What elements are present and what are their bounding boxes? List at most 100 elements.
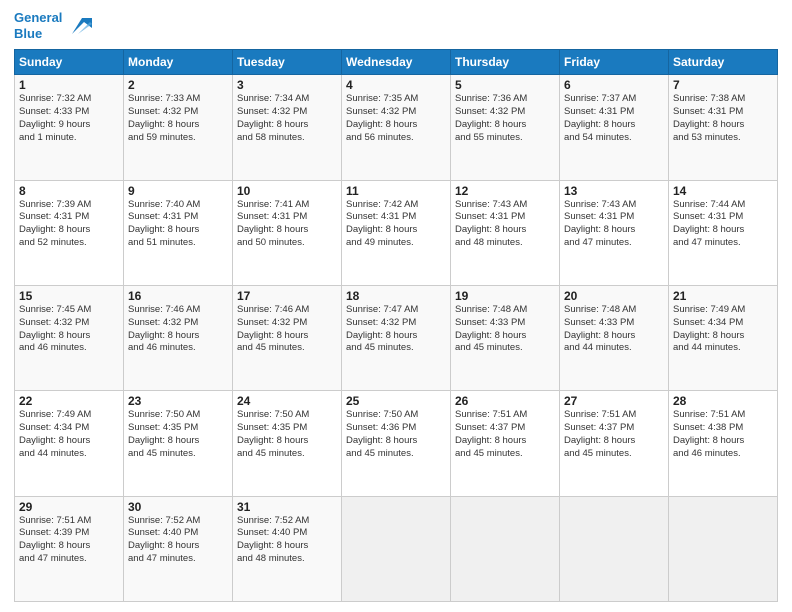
- day-info: Daylight: 8 hours: [455, 330, 555, 343]
- logo-general: General: [14, 10, 62, 25]
- day-cell: 24Sunrise: 7:50 AMSunset: 4:35 PMDayligh…: [233, 391, 342, 496]
- day-info: and 47 minutes.: [673, 237, 773, 250]
- day-info: Daylight: 8 hours: [673, 119, 773, 132]
- day-info: Sunset: 4:32 PM: [455, 106, 555, 119]
- day-info: Sunset: 4:32 PM: [237, 106, 337, 119]
- day-cell: 4Sunrise: 7:35 AMSunset: 4:32 PMDaylight…: [342, 75, 451, 180]
- day-number: 1: [19, 78, 119, 92]
- day-info: Daylight: 8 hours: [673, 435, 773, 448]
- day-info: Sunrise: 7:49 AM: [19, 409, 119, 422]
- day-info: Sunrise: 7:52 AM: [128, 515, 228, 528]
- day-info: Sunset: 4:32 PM: [346, 317, 446, 330]
- day-info: and 46 minutes.: [19, 342, 119, 355]
- day-info: Sunset: 4:31 PM: [673, 106, 773, 119]
- col-header-saturday: Saturday: [669, 50, 778, 75]
- day-info: and 47 minutes.: [564, 237, 664, 250]
- day-info: and 45 minutes.: [128, 448, 228, 461]
- day-info: Sunrise: 7:47 AM: [346, 304, 446, 317]
- day-info: Daylight: 8 hours: [128, 119, 228, 132]
- day-number: 31: [237, 500, 337, 514]
- day-number: 10: [237, 184, 337, 198]
- day-number: 27: [564, 394, 664, 408]
- day-info: Daylight: 8 hours: [346, 119, 446, 132]
- col-header-friday: Friday: [560, 50, 669, 75]
- day-info: and 47 minutes.: [19, 553, 119, 566]
- day-cell: 6Sunrise: 7:37 AMSunset: 4:31 PMDaylight…: [560, 75, 669, 180]
- day-info: Sunset: 4:31 PM: [128, 211, 228, 224]
- day-info: Sunset: 4:40 PM: [237, 527, 337, 540]
- day-number: 8: [19, 184, 119, 198]
- day-info: Sunset: 4:35 PM: [237, 422, 337, 435]
- day-cell: 19Sunrise: 7:48 AMSunset: 4:33 PMDayligh…: [451, 285, 560, 390]
- day-info: Sunset: 4:39 PM: [19, 527, 119, 540]
- day-info: Sunrise: 7:33 AM: [128, 93, 228, 106]
- day-number: 21: [673, 289, 773, 303]
- day-info: Sunrise: 7:45 AM: [19, 304, 119, 317]
- day-info: Sunrise: 7:43 AM: [564, 199, 664, 212]
- day-cell: 17Sunrise: 7:46 AMSunset: 4:32 PMDayligh…: [233, 285, 342, 390]
- day-info: and 44 minutes.: [673, 342, 773, 355]
- day-info: Sunrise: 7:51 AM: [455, 409, 555, 422]
- day-info: and 48 minutes.: [237, 553, 337, 566]
- day-info: Sunset: 4:33 PM: [19, 106, 119, 119]
- day-number: 25: [346, 394, 446, 408]
- day-info: and 48 minutes.: [455, 237, 555, 250]
- day-info: Sunrise: 7:50 AM: [346, 409, 446, 422]
- day-info: Sunrise: 7:48 AM: [455, 304, 555, 317]
- day-info: Daylight: 8 hours: [564, 330, 664, 343]
- day-info: Sunrise: 7:35 AM: [346, 93, 446, 106]
- day-info: and 45 minutes.: [237, 448, 337, 461]
- day-info: Sunrise: 7:50 AM: [128, 409, 228, 422]
- day-number: 29: [19, 500, 119, 514]
- day-info: Daylight: 8 hours: [455, 119, 555, 132]
- day-info: Sunrise: 7:51 AM: [19, 515, 119, 528]
- header: General Blue: [14, 10, 778, 41]
- page: General Blue SundayMondayTuesdayWednesda…: [0, 0, 792, 612]
- day-info: and 53 minutes.: [673, 132, 773, 145]
- day-info: Daylight: 8 hours: [237, 119, 337, 132]
- day-number: 5: [455, 78, 555, 92]
- day-info: Sunrise: 7:32 AM: [19, 93, 119, 106]
- day-number: 3: [237, 78, 337, 92]
- day-info: Daylight: 8 hours: [19, 224, 119, 237]
- day-info: Sunset: 4:34 PM: [673, 317, 773, 330]
- day-info: Sunset: 4:31 PM: [237, 211, 337, 224]
- day-info: and 46 minutes.: [128, 342, 228, 355]
- week-row-3: 15Sunrise: 7:45 AM Sunset: 4:32 PM Dayligh…: [15, 285, 778, 390]
- day-info: Daylight: 8 hours: [237, 540, 337, 553]
- day-info: Sunset: 4:32 PM: [237, 317, 337, 330]
- day-cell: 29Sunrise: 7:51 AMSunset: 4:39 PMDayligh…: [15, 496, 124, 601]
- day-cell: 28Sunrise: 7:51 AMSunset: 4:38 PMDayligh…: [669, 391, 778, 496]
- day-cell: 14Sunrise: 7:44 AMSunset: 4:31 PMDayligh…: [669, 180, 778, 285]
- day-info: Sunset: 4:32 PM: [128, 106, 228, 119]
- day-info: Sunrise: 7:39 AM: [19, 199, 119, 212]
- day-info: Sunrise: 7:50 AM: [237, 409, 337, 422]
- day-cell: 25Sunrise: 7:50 AMSunset: 4:36 PMDayligh…: [342, 391, 451, 496]
- day-info: and 54 minutes.: [564, 132, 664, 145]
- week-row-1: 1Sunrise: 7:32 AMSunset: 4:33 PM Daylight…: [15, 75, 778, 180]
- calendar-table: SundayMondayTuesdayWednesdayThursdayFrid…: [14, 49, 778, 602]
- day-info: Sunrise: 7:46 AM: [128, 304, 228, 317]
- day-number: 15: [19, 289, 119, 303]
- day-cell: 23Sunrise: 7:50 AMSunset: 4:35 PMDayligh…: [124, 391, 233, 496]
- day-cell: [560, 496, 669, 601]
- col-header-tuesday: Tuesday: [233, 50, 342, 75]
- day-info: Sunrise: 7:52 AM: [237, 515, 337, 528]
- day-info: Sunrise: 7:41 AM: [237, 199, 337, 212]
- day-info: Sunrise: 7:37 AM: [564, 93, 664, 106]
- day-info: Sunset: 4:34 PM: [19, 422, 119, 435]
- day-info: Sunrise: 7:46 AM: [237, 304, 337, 317]
- day-cell: 27Sunrise: 7:51 AMSunset: 4:37 PMDayligh…: [560, 391, 669, 496]
- day-cell: 9Sunrise: 7:40 AMSunset: 4:31 PMDaylight…: [124, 180, 233, 285]
- day-info: Daylight: 8 hours: [19, 540, 119, 553]
- day-info: Daylight: 8 hours: [237, 224, 337, 237]
- day-number: 2: [128, 78, 228, 92]
- day-info: Sunrise: 7:51 AM: [564, 409, 664, 422]
- day-info: Sunset: 4:33 PM: [455, 317, 555, 330]
- day-info: Sunset: 4:36 PM: [346, 422, 446, 435]
- day-cell: 11Sunrise: 7:42 AMSunset: 4:31 PMDayligh…: [342, 180, 451, 285]
- day-number: 24: [237, 394, 337, 408]
- day-info: and 49 minutes.: [346, 237, 446, 250]
- week-row-5: 29Sunrise: 7:51 AMSunset: 4:39 PMDayligh…: [15, 496, 778, 601]
- logo: General Blue: [14, 10, 92, 41]
